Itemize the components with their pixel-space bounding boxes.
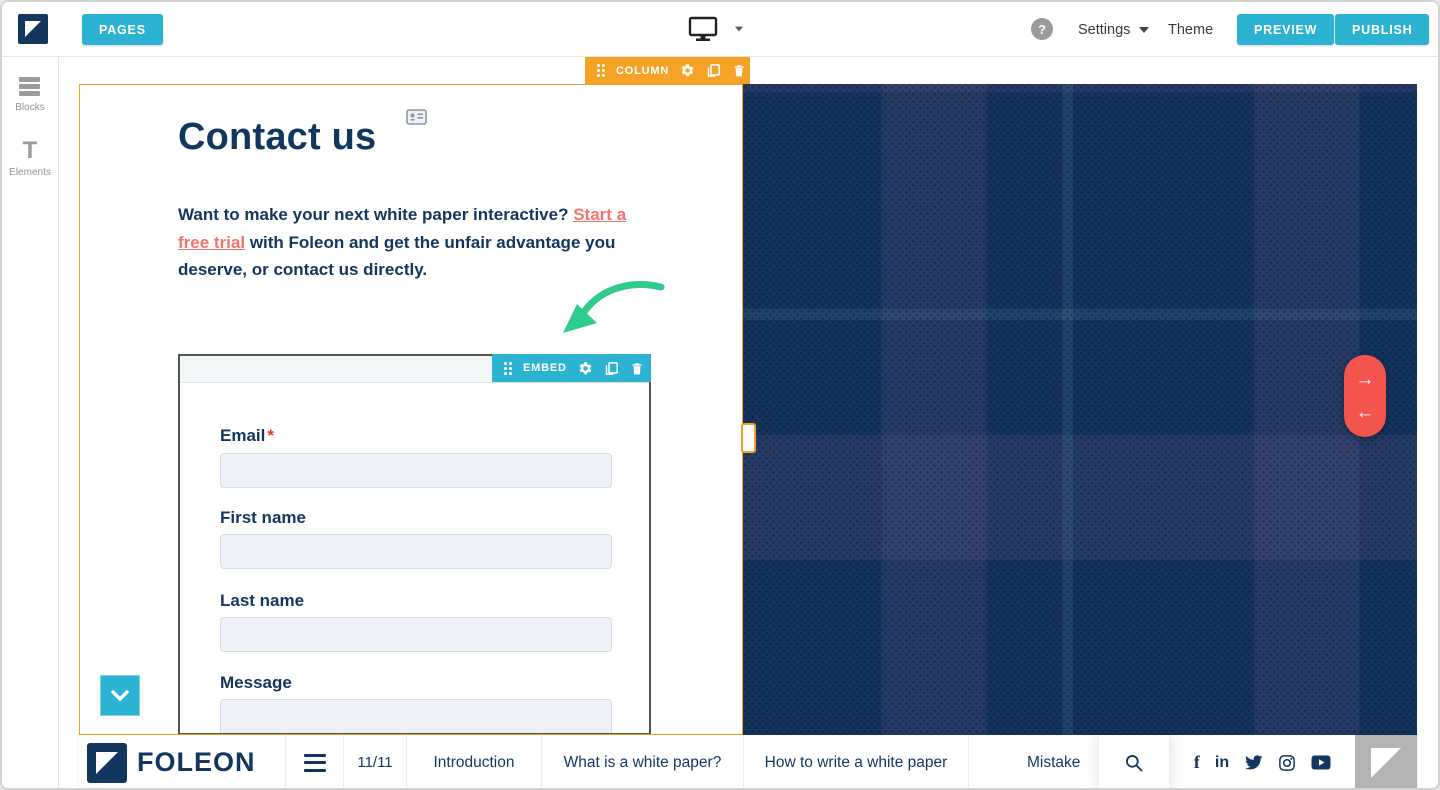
linkedin-icon[interactable]: in bbox=[1215, 754, 1229, 772]
youtube-icon[interactable] bbox=[1311, 755, 1331, 770]
theme-menu[interactable]: Theme bbox=[1168, 22, 1213, 38]
embedded-contact-form[interactable]: Email* First name Last name Message bbox=[178, 354, 651, 735]
instagram-icon[interactable] bbox=[1278, 754, 1296, 772]
page-title[interactable]: Contact us bbox=[178, 116, 376, 159]
embed-toolbar-label: EMBED bbox=[523, 362, 567, 374]
prev-page-arrow-icon[interactable]: ← bbox=[1356, 403, 1375, 422]
last-name-field[interactable] bbox=[220, 617, 612, 652]
embed-duplicate-icon[interactable] bbox=[604, 361, 619, 376]
nav-menu-button[interactable] bbox=[286, 735, 344, 790]
column-toolbar-label: COLUMN bbox=[616, 65, 669, 77]
embed-toolbar[interactable]: EMBED bbox=[492, 354, 651, 382]
nav-item-what-is-a-white-paper[interactable]: What is a white paper? bbox=[542, 735, 744, 790]
message-field[interactable] bbox=[220, 699, 612, 735]
device-preview-selector[interactable] bbox=[688, 16, 744, 42]
settings-caret-icon bbox=[1139, 27, 1149, 33]
blocks-label: Blocks bbox=[15, 102, 44, 113]
pages-button[interactable]: PAGES bbox=[82, 14, 163, 45]
text-element-icon: T bbox=[23, 141, 38, 161]
editor-sidebar: Blocks T Elements bbox=[2, 57, 59, 790]
required-asterisk: * bbox=[267, 426, 274, 445]
desktop-monitor-icon bbox=[688, 16, 718, 42]
editor-topbar: PAGES ? Settings Theme PREVIEW PUBLISH bbox=[2, 2, 1438, 57]
chevron-down-icon bbox=[111, 690, 129, 701]
publication-bottom-nav: FOLEON 11/11 Introduction What is a whit… bbox=[79, 735, 1417, 790]
foleon-app-logo[interactable] bbox=[18, 14, 48, 44]
settings-label: Settings bbox=[1078, 22, 1130, 38]
foleon-wordmark: FOLEON bbox=[137, 747, 256, 778]
drag-handle-icon[interactable] bbox=[504, 362, 512, 375]
preview-button[interactable]: PREVIEW bbox=[1237, 14, 1334, 45]
green-curved-arrow-icon bbox=[555, 278, 667, 342]
help-button[interactable]: ? bbox=[1031, 18, 1053, 40]
sidebar-item-elements[interactable]: T Elements bbox=[9, 141, 51, 178]
column-duplicate-icon[interactable] bbox=[706, 63, 721, 78]
facebook-icon[interactable]: f bbox=[1194, 752, 1200, 773]
last-name-label: Last name bbox=[220, 591, 304, 611]
contact-card-autofill-icon[interactable] bbox=[406, 109, 427, 125]
intro-paragraph[interactable]: Want to make your next white paper inter… bbox=[178, 201, 634, 284]
next-page-arrow-icon[interactable]: → bbox=[1356, 370, 1375, 389]
email-field[interactable] bbox=[220, 453, 612, 488]
intro-text-before: Want to make your next white paper inter… bbox=[178, 205, 573, 224]
hamburger-icon bbox=[304, 754, 326, 772]
embed-settings-gear-icon[interactable] bbox=[578, 361, 593, 376]
drag-handle-icon[interactable] bbox=[597, 64, 605, 77]
nav-item-how-to-write[interactable]: How to write a white paper bbox=[744, 735, 969, 790]
nav-item-introduction[interactable]: Introduction bbox=[407, 735, 542, 790]
device-dropdown-caret[interactable] bbox=[735, 27, 743, 32]
publish-button[interactable]: PUBLISH bbox=[1335, 14, 1429, 45]
first-name-field[interactable] bbox=[220, 534, 612, 569]
nav-item-mistakes[interactable]: Mistake bbox=[969, 735, 1099, 790]
nav-search-button[interactable] bbox=[1099, 735, 1170, 790]
sidebar-item-blocks[interactable]: Blocks bbox=[15, 77, 44, 113]
column-resize-handle[interactable] bbox=[741, 423, 756, 453]
column-settings-gear-icon[interactable] bbox=[680, 63, 695, 78]
first-name-label: First name bbox=[220, 508, 306, 528]
column-delete-trash-icon[interactable] bbox=[732, 63, 746, 78]
search-icon bbox=[1124, 753, 1144, 773]
foleon-badge-icon bbox=[1371, 748, 1401, 778]
email-label: Email* bbox=[220, 426, 274, 446]
foleon-brand-home[interactable]: FOLEON bbox=[79, 735, 286, 790]
foleon-editor-window: PAGES ? Settings Theme PREVIEW PUBLISH B… bbox=[0, 0, 1440, 790]
blocks-icon bbox=[19, 77, 40, 96]
foleon-logo-icon bbox=[18, 14, 48, 44]
page-indicator: 11/11 bbox=[344, 735, 407, 790]
foleon-badge-button[interactable] bbox=[1355, 735, 1417, 790]
page-nav-pill: → ← bbox=[1344, 355, 1386, 437]
foleon-brand-icon bbox=[87, 743, 127, 783]
background-image-column[interactable] bbox=[742, 84, 1417, 735]
message-label: Message bbox=[220, 673, 292, 693]
elements-label: Elements bbox=[9, 167, 51, 178]
embed-delete-trash-icon[interactable] bbox=[630, 361, 644, 376]
twitter-icon[interactable] bbox=[1244, 755, 1263, 771]
settings-menu[interactable]: Settings bbox=[1078, 22, 1149, 38]
scroll-down-button[interactable] bbox=[100, 675, 140, 716]
social-links: f in bbox=[1170, 735, 1355, 790]
column-toolbar[interactable]: COLUMN bbox=[585, 57, 750, 84]
